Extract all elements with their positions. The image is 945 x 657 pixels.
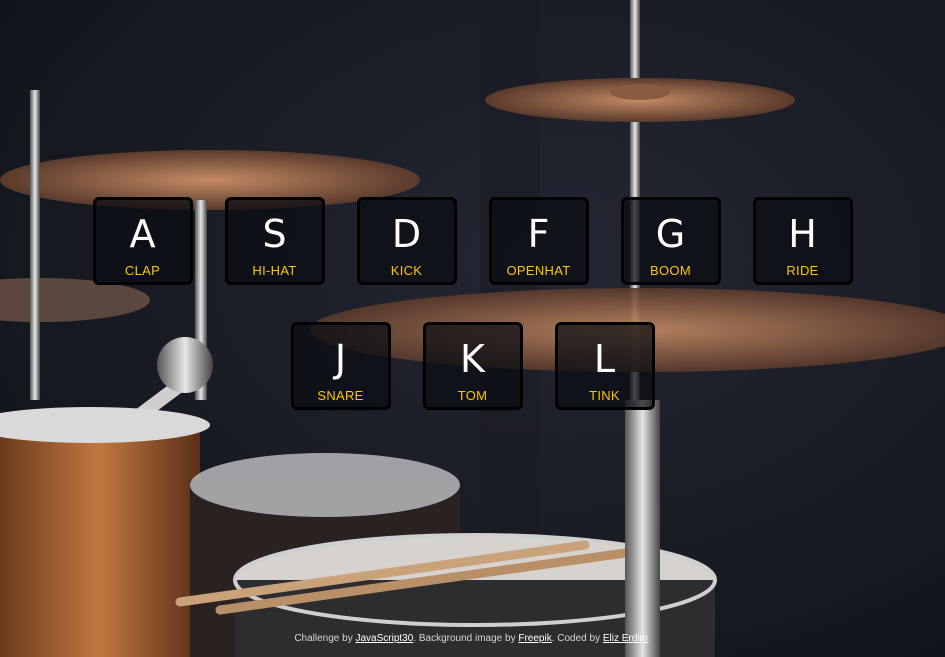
freepik-link[interactable]: Freepik <box>518 633 551 644</box>
footer-suffix: . <box>647 633 651 644</box>
javascript30-link[interactable]: JavaScript30 <box>355 633 413 644</box>
key-sound-label: TINK <box>589 388 620 403</box>
drum-key-a[interactable]: A CLAP <box>92 197 193 285</box>
drum-key-j[interactable]: J SNARE <box>290 322 391 410</box>
key-letter: F <box>527 212 550 256</box>
key-letter: H <box>788 212 817 256</box>
key-letter: L <box>593 337 616 381</box>
keys-row-top: A CLAP S HI-HAT D KICK F OPENHAT G BOOM … <box>0 197 945 285</box>
key-sound-label: CLAP <box>124 263 161 278</box>
key-letter: D <box>391 212 422 256</box>
key-letter: S <box>262 212 287 256</box>
drum-key-f[interactable]: F OPENHAT <box>488 197 589 285</box>
key-letter: G <box>655 212 686 256</box>
key-sound-label: OPENHAT <box>506 263 571 278</box>
drum-key-h[interactable]: H RIDE <box>752 197 853 285</box>
drum-key-g[interactable]: G BOOM <box>620 197 721 285</box>
key-letter: A <box>129 212 156 256</box>
key-letter: K <box>460 337 485 381</box>
author-link[interactable]: Eliz Erdim <box>603 633 648 644</box>
key-letter: J <box>334 337 347 381</box>
drum-key-s[interactable]: S HI-HAT <box>224 197 325 285</box>
key-sound-label: HI-HAT <box>252 263 297 278</box>
key-sound-label: BOOM <box>650 263 691 278</box>
key-sound-label: KICK <box>390 263 423 278</box>
key-sound-label: SNARE <box>317 388 364 403</box>
keys-row-bottom: J SNARE K TOM L TINK <box>0 322 945 410</box>
key-sound-label: RIDE <box>786 263 819 278</box>
footer-mid-2: . Coded by <box>551 633 603 644</box>
footer-prefix: Challenge by <box>294 633 356 644</box>
drum-key-k[interactable]: K TOM <box>422 322 523 410</box>
key-sound-label: TOM <box>457 388 488 403</box>
drum-key-l[interactable]: L TINK <box>554 322 655 410</box>
drum-key-d[interactable]: D KICK <box>356 197 457 285</box>
footer-credits: Challenge by JavaScript30. Background im… <box>0 633 945 644</box>
footer-mid-1: . Background image by <box>413 633 519 644</box>
